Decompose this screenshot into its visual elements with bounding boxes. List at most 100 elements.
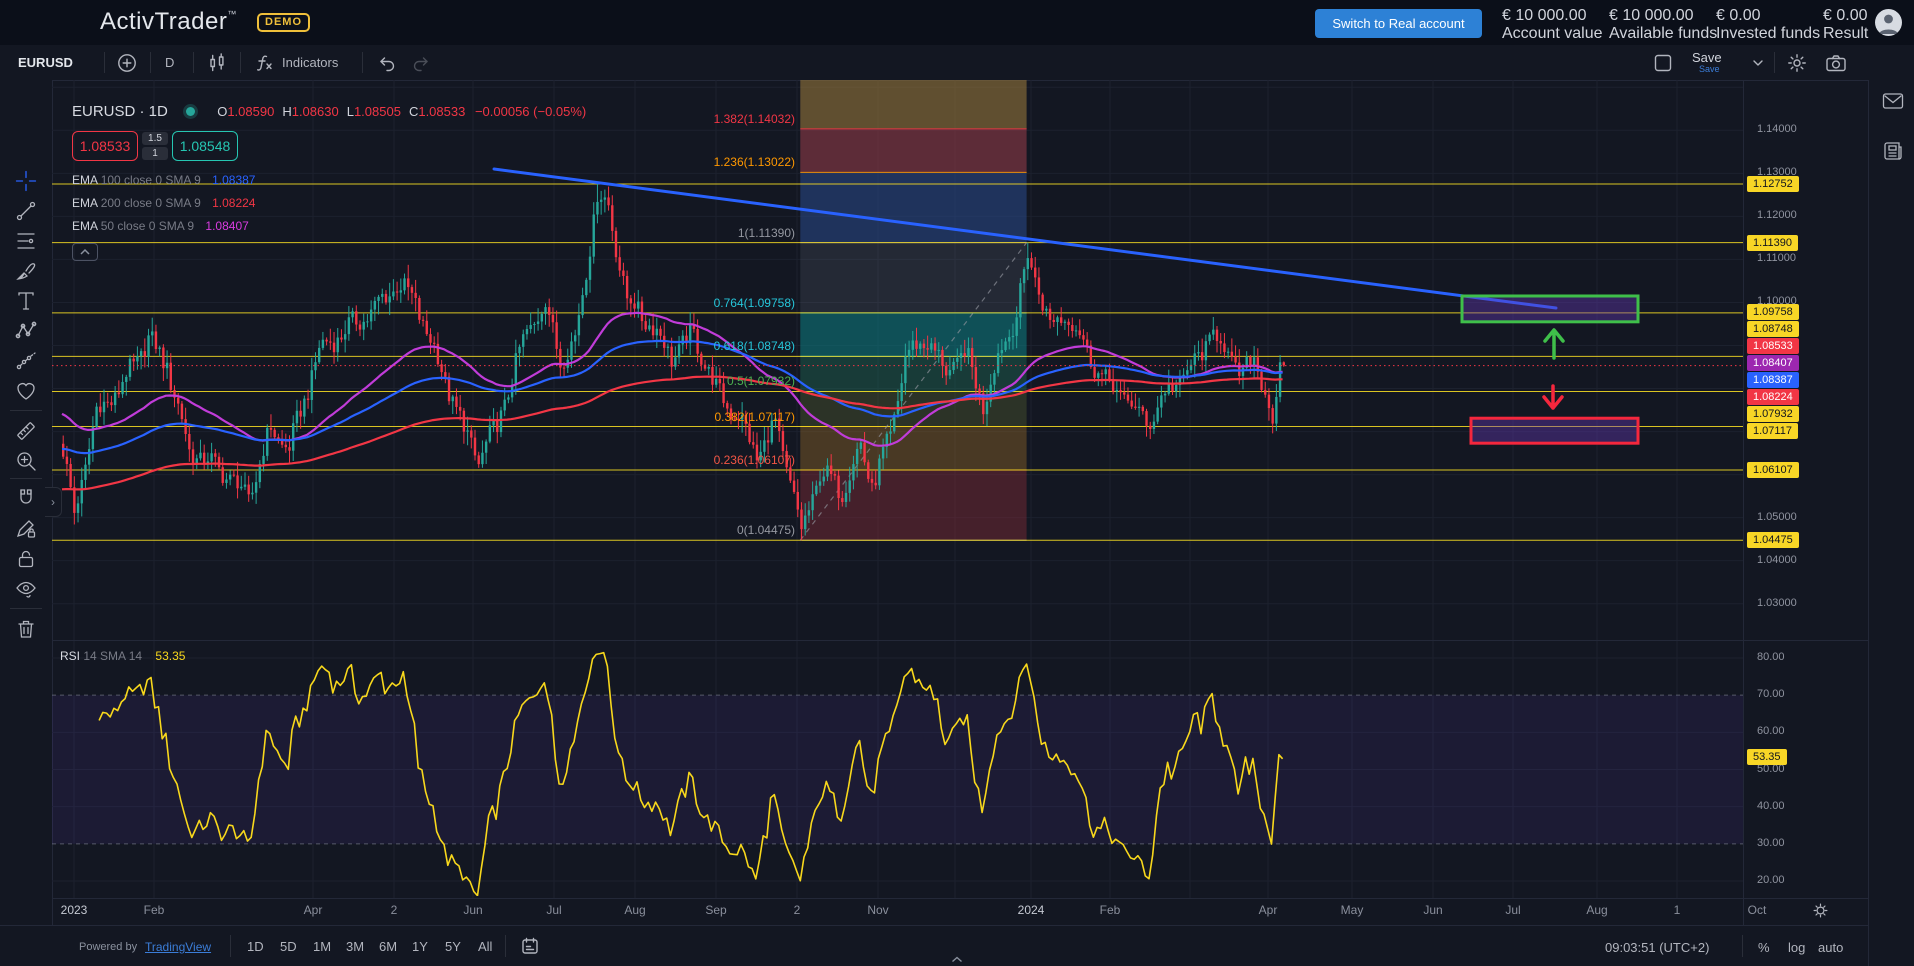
news-icon[interactable]: [1880, 138, 1906, 164]
ohlc-key: O: [217, 104, 227, 119]
drawing-mode-lock-icon[interactable]: [13, 516, 39, 542]
chart-toolbar: EURUSD D Indicators Save Save: [0, 45, 1914, 81]
rsi-name[interactable]: RSI: [60, 649, 80, 663]
emoji-heart-tool-icon[interactable]: [13, 378, 39, 404]
save-layout-button[interactable]: Save Save: [1692, 45, 1722, 80]
indicators-button[interactable]: Indicators: [253, 45, 338, 80]
expand-panel-tab[interactable]: ›: [45, 487, 62, 517]
fib-label: 1.236(1.13022): [714, 155, 795, 169]
timeframe-button-1m[interactable]: 1M: [313, 926, 331, 966]
price-tick: 1.14000: [1757, 123, 1797, 135]
indicator-value: 1.08224: [212, 196, 255, 210]
fib-label: 0.764(1.09758): [714, 296, 795, 310]
date-tick: Nov: [867, 903, 888, 917]
mail-envelope-icon[interactable]: [1880, 88, 1906, 114]
interval-button[interactable]: D: [165, 45, 174, 80]
switch-to-real-button[interactable]: Switch to Real account: [1315, 9, 1482, 38]
stat-label: Available funds: [1609, 25, 1717, 43]
settings-gear-icon[interactable]: [1786, 45, 1808, 80]
time-axis-settings-icon[interactable]: [1812, 902, 1829, 924]
date-tick: Aug: [1586, 903, 1607, 917]
fib-label: 1(1.11390): [738, 226, 795, 240]
activtrader-app: ActivTrader™ DEMO Switch to Real account…: [0, 0, 1914, 966]
indicator-name: EMA: [72, 196, 97, 210]
divider: [230, 935, 231, 957]
symbol-button[interactable]: EURUSD: [18, 45, 73, 80]
text-tool-icon[interactable]: [13, 288, 39, 314]
timeframe-button-all[interactable]: All: [478, 926, 492, 966]
date-tick: 2: [794, 903, 801, 917]
collapse-bottom-chevron[interactable]: [950, 951, 964, 966]
date-tick: Feb: [144, 903, 165, 917]
fib-retracement-tool-icon[interactable]: [13, 228, 39, 254]
rsi-tick: 70.00: [1757, 688, 1785, 700]
rsi-tick: 40.00: [1757, 800, 1785, 812]
zoom-in-tool-icon[interactable]: [13, 448, 39, 474]
timeframe-button-5d[interactable]: 5D: [280, 926, 297, 966]
account-stat: € 0.00Invested funds: [1716, 7, 1820, 43]
divider: [150, 52, 151, 73]
powered-by-label: Powered by: [79, 941, 137, 953]
snapshot-camera-icon[interactable]: [1824, 45, 1848, 80]
buy-price-button[interactable]: 1.08548: [172, 131, 238, 161]
timeframe-button-5y[interactable]: 5Y: [445, 926, 461, 966]
indicator-row[interactable]: EMA 50 close 0 SMA 9 1.08407: [72, 219, 249, 233]
date-tick: 2: [391, 903, 398, 917]
stat-value: € 0.00: [1716, 7, 1820, 25]
rsi-tick: 60.00: [1757, 725, 1785, 737]
app-logo: ActivTrader™: [100, 8, 237, 36]
drawing-tools-sidebar: [0, 80, 53, 966]
lock-all-tool-icon[interactable]: [13, 546, 39, 572]
pane-divider[interactable]: [52, 640, 1868, 641]
legend-symbol[interactable]: EURUSD · 1D: [72, 103, 168, 120]
measure-ruler-tool-icon[interactable]: [13, 418, 39, 444]
save-sub-label: Save: [1699, 64, 1720, 74]
account-stat: € 10 000.00Account value: [1502, 7, 1603, 43]
scale-option-percent[interactable]: %: [1758, 940, 1770, 955]
indicator-row[interactable]: EMA 100 close 0 SMA 9 1.08387: [72, 173, 255, 187]
scale-option-log[interactable]: log: [1788, 940, 1805, 955]
timeframe-button-1y[interactable]: 1Y: [412, 926, 428, 966]
chart-style-icon[interactable]: [206, 45, 228, 80]
undo-icon[interactable]: [376, 45, 398, 80]
time-axis-border: [52, 898, 1868, 899]
delete-trash-icon[interactable]: [13, 616, 39, 642]
account-stat: € 0.00Result: [1823, 7, 1868, 43]
sell-price-button[interactable]: 1.08533: [72, 131, 138, 161]
goto-date-icon[interactable]: [520, 926, 540, 966]
brush-tool-icon[interactable]: [13, 258, 39, 284]
price-badge: 1.04475: [1747, 532, 1799, 548]
redo-icon[interactable]: [410, 45, 432, 80]
magnet-tool-icon[interactable]: [13, 486, 39, 512]
rsi-tick: 20.00: [1757, 874, 1785, 886]
forecast-tool-icon[interactable]: [13, 348, 39, 374]
indicator-params: 200 close 0 SMA 9: [101, 196, 201, 210]
scale-option-auto[interactable]: auto: [1818, 940, 1843, 955]
fib-label: 0.618(1.08748): [714, 339, 795, 353]
date-tick: Jun: [1423, 903, 1442, 917]
clock-label[interactable]: 09:03:51 (UTC+2): [1605, 940, 1709, 955]
fib-label: 0.382(1.07117): [714, 410, 795, 424]
collapse-legend-button[interactable]: [72, 243, 98, 261]
demo-badge: DEMO: [257, 13, 310, 32]
save-chevron-icon[interactable]: [1750, 45, 1766, 80]
indicator-value: 1.08407: [205, 219, 248, 233]
tradingview-link[interactable]: TradingView: [145, 940, 211, 954]
chart-canvas[interactable]: [52, 80, 1743, 898]
user-avatar[interactable]: [1875, 9, 1902, 36]
xabcd-pattern-tool-icon[interactable]: [13, 318, 39, 344]
bid-ask-widget: 1.08533 1.5 1 1.08548: [72, 131, 238, 161]
indicator-row[interactable]: EMA 200 close 0 SMA 9 1.08224: [72, 196, 255, 210]
timeframe-button-6m[interactable]: 6M: [379, 926, 397, 966]
hide-drawings-eye-icon[interactable]: [13, 576, 39, 602]
ohlc-value: 1.08533: [418, 104, 465, 119]
timeframe-button-3m[interactable]: 3M: [346, 926, 364, 966]
compare-add-icon[interactable]: [116, 45, 138, 80]
price-tick: 1.12000: [1757, 209, 1797, 221]
layout-select-icon[interactable]: [1652, 45, 1674, 80]
date-tick: Jul: [546, 903, 561, 917]
trendline-tool-icon[interactable]: [13, 198, 39, 224]
fx-icon: [253, 52, 275, 74]
timeframe-button-1d[interactable]: 1D: [247, 926, 264, 966]
crosshair-tool-icon[interactable]: [13, 168, 39, 194]
